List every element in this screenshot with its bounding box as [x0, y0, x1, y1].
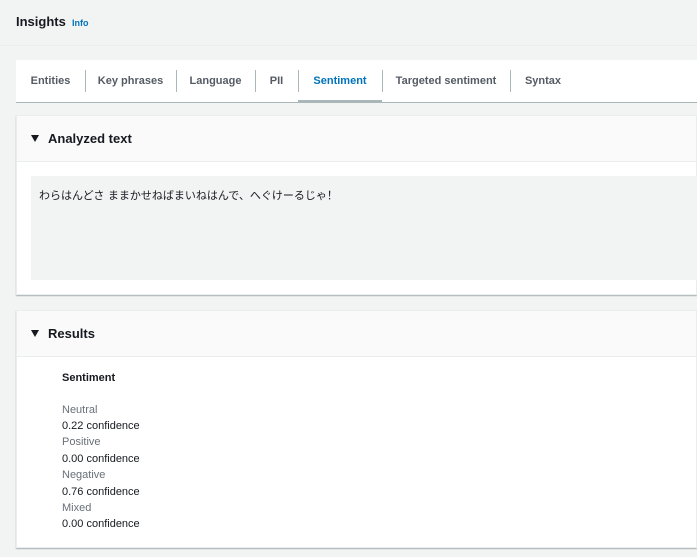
mixed-label: Mixed	[62, 502, 92, 514]
page-title: Insights	[16, 14, 66, 29]
results-title: Results	[48, 326, 95, 341]
tab-sentiment[interactable]: Sentiment	[298, 60, 382, 103]
caret-down-icon	[31, 330, 39, 337]
neutral-label: Neutral	[62, 404, 98, 416]
neutral-value: 0.22 confidence	[62, 420, 140, 432]
sentiment-heading: Sentiment	[62, 372, 116, 384]
analyzed-text-content: わらはんどさ ままかせねばまいねはんで、へぐけーるじゃ！	[31, 176, 697, 280]
results-panel: Results Sentiment Neutral 0.22 confidenc…	[16, 310, 697, 548]
tab-targeted-sentiment[interactable]: Targeted sentiment	[382, 60, 510, 102]
tab-entities[interactable]: Entities	[16, 60, 85, 102]
mixed-value: 0.00 confidence	[62, 518, 140, 530]
caret-down-icon	[31, 135, 39, 142]
tab-syntax[interactable]: Syntax	[510, 60, 576, 102]
analyzed-text-title: Analyzed text	[48, 131, 132, 146]
tab-bar: Entities Key phrases Language PII Sentim…	[16, 60, 697, 103]
positive-label: Positive	[62, 436, 101, 448]
page-header: Insights Info	[0, 0, 697, 46]
negative-value: 0.76 confidence	[62, 486, 140, 498]
positive-value: 0.00 confidence	[62, 453, 140, 465]
info-link[interactable]: Info	[72, 18, 89, 28]
insights-page: Insights Info Entities Key phrases Langu…	[0, 0, 697, 557]
analyzed-text-panel: Analyzed text わらはんどさ ままかせねばまいねはんで、へぐけーるじ…	[16, 115, 697, 295]
tab-language[interactable]: Language	[176, 60, 255, 102]
tab-pii[interactable]: PII	[255, 60, 298, 102]
results-toggle[interactable]: Results	[17, 311, 696, 357]
tab-key-phrases[interactable]: Key phrases	[85, 60, 176, 102]
negative-label: Negative	[62, 469, 106, 481]
analyzed-text-toggle[interactable]: Analyzed text	[17, 116, 696, 162]
